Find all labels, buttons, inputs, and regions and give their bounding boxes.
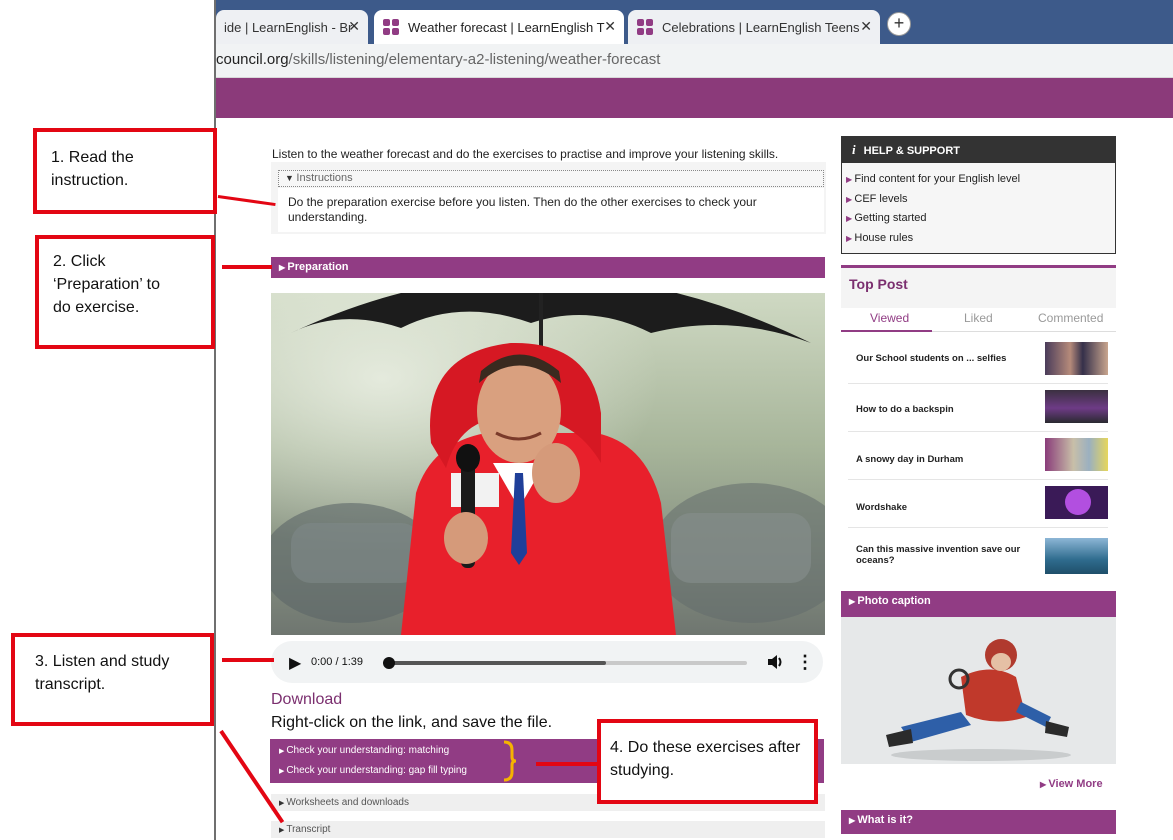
- more-options-icon[interactable]: ⋮: [796, 650, 814, 674]
- post-title: A snowy day in Durham: [856, 454, 964, 465]
- annotation-connector-3: [222, 658, 274, 662]
- list-item[interactable]: Wordshake: [848, 480, 1108, 528]
- instructions-text: Do the preparation exercise before you l…: [278, 188, 824, 232]
- browser-tab-strip: ide | LearnEnglish - Br ✕ Weather foreca…: [216, 0, 1173, 44]
- exercise-matching-link[interactable]: ▶ Check your understanding: matching: [279, 745, 449, 756]
- annotation-step-4: 4. Do these exercises after studying.: [597, 719, 818, 804]
- what-is-it-toggle[interactable]: ▶ What is it?: [841, 810, 1116, 834]
- page-intro-text: Listen to the weather forecast and do th…: [272, 147, 779, 161]
- annotation-step-1: 1. Read the instruction.: [33, 128, 217, 214]
- top-post-accent: [841, 265, 1116, 268]
- worksheets-label: Worksheets and downloads: [286, 797, 409, 808]
- active-tab-indicator: [841, 330, 932, 332]
- tab-label: Weather forecast | LearnEnglish T: [408, 19, 605, 35]
- preparation-toggle[interactable]: ▶ Preparation: [271, 257, 825, 278]
- annotation-text: 2. Click ‘Preparation’ to do exercise.: [53, 253, 161, 316]
- learnenglish-favicon-icon: [383, 19, 399, 35]
- help-support-header: i HELP & SUPPORT: [842, 137, 1115, 163]
- help-link-cef-levels[interactable]: ▶ CEF levels: [846, 193, 908, 205]
- post-title: Our School students on ... selfies: [856, 353, 1007, 364]
- annotation-step-2: 2. Click ‘Preparation’ to do exercise.: [35, 235, 215, 349]
- post-title: How to do a backspin: [856, 404, 954, 415]
- tab-viewed[interactable]: Viewed: [870, 311, 909, 325]
- top-post-title: Top Post: [849, 276, 908, 292]
- browser-tab-2[interactable]: Weather forecast | LearnEnglish T ✕: [374, 10, 624, 44]
- help-link-getting-started[interactable]: ▶ Getting started: [846, 212, 927, 224]
- annotation-text: 3. Listen and study transcript.: [35, 653, 170, 693]
- annotation-text: 1. Read the instruction.: [51, 149, 134, 189]
- post-thumbnail: [1045, 438, 1108, 471]
- help-link-label: House rules: [854, 232, 914, 244]
- view-more-link[interactable]: ▶ View More: [1040, 778, 1103, 790]
- help-link-house-rules[interactable]: ▶ House rules: [846, 232, 913, 244]
- audio-seek-handle[interactable]: [383, 657, 395, 669]
- list-item[interactable]: Our School students on ... selfies: [848, 336, 1108, 384]
- annotation-step-3: 3. Listen and study transcript.: [11, 633, 214, 726]
- post-thumbnail: [1045, 390, 1108, 423]
- instructions-toggle[interactable]: ▼ Instructions: [278, 170, 824, 187]
- info-icon: i: [852, 142, 856, 157]
- photo-caption-label: Photo caption: [857, 595, 931, 607]
- url-path: /skills/listening/elementary-a2-listenin…: [288, 51, 661, 68]
- tab-label: Celebrations | LearnEnglish Teens: [662, 19, 860, 35]
- tab-liked[interactable]: Liked: [964, 311, 993, 325]
- tab-label: ide | LearnEnglish - Br: [224, 19, 353, 35]
- transcript-label: Transcript: [286, 824, 331, 835]
- annotation-connector-4: [536, 762, 598, 766]
- exercise-label: Check your understanding: gap fill typin…: [286, 765, 467, 776]
- post-title: Can this massive invention save our ocea…: [856, 544, 1021, 566]
- annotation-text: 4. Do these exercises after studying.: [610, 739, 801, 779]
- list-item[interactable]: A snowy day in Durham: [848, 432, 1108, 480]
- what-is-it-label: What is it?: [857, 814, 913, 826]
- bracket-icon: [503, 740, 517, 782]
- browser-tab-3[interactable]: Celebrations | LearnEnglish Teens ✕: [628, 10, 880, 44]
- view-more-label: View More: [1048, 778, 1103, 790]
- list-item[interactable]: How to do a backspin: [848, 384, 1108, 432]
- exercise-gap-fill-link[interactable]: ▶ Check your understanding: gap fill typ…: [279, 765, 467, 776]
- preparation-label: Preparation: [287, 261, 349, 273]
- address-bar[interactable]: council.org/skills/listening/elementary-…: [216, 44, 1173, 78]
- help-link-label: Find content for your English level: [854, 173, 1021, 185]
- caret-down-icon: ▼: [285, 173, 297, 183]
- close-tab-icon[interactable]: ✕: [860, 18, 872, 35]
- screenshot-left-edge: [214, 0, 216, 840]
- help-support-title: HELP & SUPPORT: [863, 145, 960, 157]
- download-heading[interactable]: Download: [271, 691, 342, 709]
- post-title: Wordshake: [856, 502, 908, 513]
- annotation-connector-1: [217, 195, 276, 207]
- photo-caption-image: [841, 617, 1116, 764]
- play-icon[interactable]: ▶: [289, 653, 301, 673]
- close-tab-icon[interactable]: ✕: [348, 18, 360, 35]
- new-tab-button[interactable]: +: [887, 12, 911, 36]
- audio-time: 0:00 / 1:39: [311, 656, 363, 668]
- learnenglish-favicon-icon: [637, 19, 653, 35]
- audio-player: ▶ 0:00 / 1:39 ⋮: [271, 641, 823, 683]
- volume-icon[interactable]: [765, 652, 785, 672]
- audio-buffered-bar: [385, 661, 606, 665]
- list-item[interactable]: Can this massive invention save our ocea…: [848, 528, 1108, 580]
- audio-seek-track[interactable]: [383, 657, 747, 669]
- instructions-label: Instructions: [296, 172, 353, 184]
- help-link-label: Getting started: [854, 212, 927, 224]
- browser-tab-1[interactable]: ide | LearnEnglish - Br ✕: [216, 10, 368, 44]
- transcript-toggle[interactable]: ▶ Transcript: [271, 821, 825, 838]
- post-thumbnail: [1045, 342, 1108, 375]
- close-tab-icon[interactable]: ✕: [604, 18, 616, 35]
- annotation-connector-2: [222, 265, 272, 269]
- weather-reporter-photo: [271, 293, 825, 635]
- site-header-bar: [216, 78, 1173, 118]
- tab-commented[interactable]: Commented: [1038, 311, 1103, 325]
- help-link-label: CEF levels: [854, 193, 908, 205]
- download-hint: Right-click on the link, and save the fi…: [271, 714, 553, 731]
- exercise-label: Check your understanding: matching: [286, 745, 450, 756]
- photo-caption-toggle[interactable]: ▶ Photo caption: [841, 591, 1116, 617]
- url-domain: council.org: [216, 51, 289, 68]
- post-thumbnail: [1045, 538, 1108, 574]
- help-link-english-level[interactable]: ▶ Find content for your English level: [846, 173, 1020, 185]
- post-thumbnail: [1045, 486, 1108, 519]
